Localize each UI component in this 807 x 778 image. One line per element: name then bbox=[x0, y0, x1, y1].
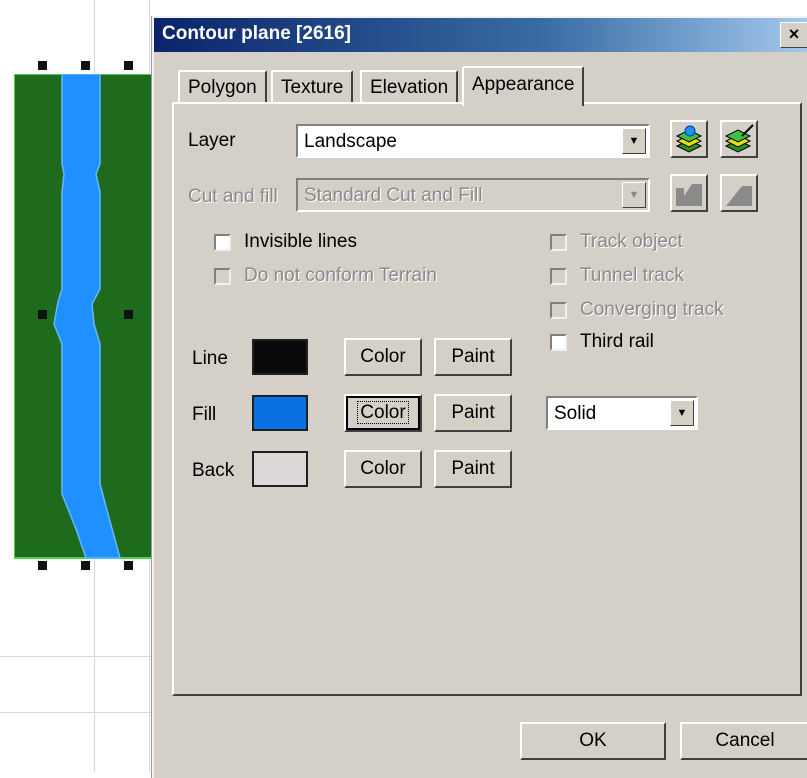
fill-style-value: Solid bbox=[554, 403, 597, 424]
chevron-down-icon[interactable]: ▼ bbox=[622, 182, 646, 208]
contour-plane-dialog: Contour plane [2616] × Polygon Texture E… bbox=[152, 16, 807, 778]
cancel-button[interactable]: Cancel bbox=[680, 722, 807, 760]
layer-value: Landscape bbox=[304, 131, 397, 152]
tab-appearance[interactable]: Appearance bbox=[462, 66, 585, 106]
close-icon: × bbox=[788, 24, 800, 44]
cut-fill-label: Cut and fill bbox=[188, 186, 278, 207]
close-button[interactable]: × bbox=[780, 22, 807, 48]
button-label: Color bbox=[360, 346, 406, 367]
grid-line bbox=[0, 712, 160, 713]
converging-track-checkbox[interactable] bbox=[550, 302, 567, 319]
third-rail-label: Third rail bbox=[580, 331, 654, 352]
do-not-conform-label: Do not conform Terrain bbox=[244, 265, 437, 286]
contour-plane-shape[interactable] bbox=[14, 74, 154, 564]
line-color-button[interactable]: Color bbox=[344, 338, 422, 376]
selection-handle[interactable] bbox=[38, 310, 47, 319]
button-label: Color bbox=[360, 458, 406, 479]
fill-style-select[interactable]: Solid ▼ bbox=[546, 396, 698, 430]
third-rail-checkbox[interactable] bbox=[550, 334, 567, 351]
fill-paint-button[interactable]: Paint bbox=[434, 394, 512, 432]
terrain-slope-button[interactable] bbox=[720, 174, 758, 212]
line-paint-button[interactable]: Paint bbox=[434, 338, 512, 376]
back-paint-button[interactable]: Paint bbox=[434, 450, 512, 488]
tab-label: Texture bbox=[281, 77, 344, 98]
converging-track-label: Converging track bbox=[580, 299, 724, 320]
layer-label: Layer bbox=[188, 130, 236, 151]
tab-label: Polygon bbox=[188, 77, 257, 98]
dialog-title: Contour plane [2616] bbox=[162, 23, 351, 44]
layers-edit-icon bbox=[724, 124, 754, 153]
selection-handle[interactable] bbox=[38, 61, 47, 70]
tunnel-track-checkbox[interactable] bbox=[550, 268, 567, 285]
tab-label: Appearance bbox=[472, 74, 575, 95]
line-color-label: Line bbox=[192, 348, 228, 369]
selection-handle[interactable] bbox=[81, 61, 90, 70]
button-label: Paint bbox=[451, 346, 495, 367]
selection-handle[interactable] bbox=[124, 310, 133, 319]
fill-color-label: Fill bbox=[192, 404, 217, 425]
back-color-label: Back bbox=[192, 460, 235, 481]
back-color-button[interactable]: Color bbox=[344, 450, 422, 488]
tab-texture[interactable]: Texture bbox=[271, 70, 354, 104]
ok-button[interactable]: OK bbox=[520, 722, 666, 760]
tab-polygon[interactable]: Polygon bbox=[178, 70, 267, 104]
back-color-swatch bbox=[252, 451, 308, 487]
terrain-slope-icon bbox=[726, 186, 752, 206]
layers-edit-button[interactable] bbox=[720, 120, 758, 158]
layer-select[interactable]: Landscape ▼ bbox=[296, 124, 650, 158]
button-label: Paint bbox=[451, 458, 495, 479]
terrain-cut-icon bbox=[676, 184, 702, 206]
button-label: Cancel bbox=[715, 730, 775, 751]
track-object-label: Track object bbox=[580, 231, 683, 252]
layers-add-icon bbox=[675, 125, 703, 153]
layers-add-button[interactable] bbox=[670, 120, 708, 158]
terrain-cut-button[interactable] bbox=[670, 174, 708, 212]
button-label: OK bbox=[579, 730, 607, 751]
button-label: Color bbox=[357, 401, 409, 424]
tab-label: Elevation bbox=[370, 77, 449, 98]
chevron-down-icon[interactable]: ▼ bbox=[622, 128, 646, 154]
selection-handle[interactable] bbox=[124, 61, 133, 70]
fill-color-button[interactable]: Color bbox=[344, 394, 422, 432]
chevron-down-icon[interactable]: ▼ bbox=[670, 400, 694, 426]
track-object-checkbox[interactable] bbox=[550, 234, 567, 251]
tunnel-track-label: Tunnel track bbox=[580, 265, 684, 286]
fill-color-swatch bbox=[252, 395, 308, 431]
selection-handle[interactable] bbox=[124, 561, 133, 570]
do-not-conform-checkbox[interactable] bbox=[214, 268, 231, 285]
title-bar[interactable]: Contour plane [2616] × bbox=[154, 18, 807, 52]
cut-fill-select[interactable]: Standard Cut and Fill ▼ bbox=[296, 178, 650, 212]
selection-handle[interactable] bbox=[81, 561, 90, 570]
button-label: Paint bbox=[451, 402, 495, 423]
line-color-swatch bbox=[252, 339, 308, 375]
invisible-lines-checkbox[interactable] bbox=[214, 234, 231, 251]
selection-handle[interactable] bbox=[38, 561, 47, 570]
invisible-lines-label: Invisible lines bbox=[244, 231, 357, 252]
grid-line bbox=[0, 656, 160, 657]
tab-elevation[interactable]: Elevation bbox=[360, 70, 459, 104]
cut-fill-value: Standard Cut and Fill bbox=[304, 185, 483, 206]
